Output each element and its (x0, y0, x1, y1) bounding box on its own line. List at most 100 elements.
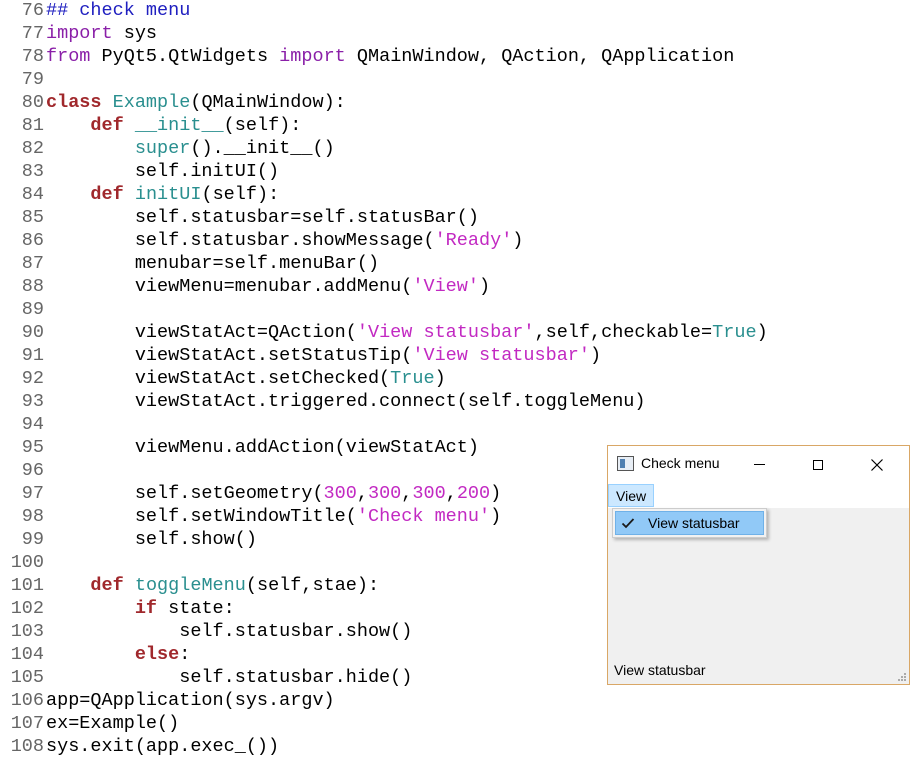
line-number: 76 (21, 0, 44, 21)
code-line[interactable]: 81 def __init__(self): (0, 114, 302, 137)
line-number: 87 (21, 253, 44, 274)
resize-grip-icon[interactable] (896, 671, 906, 681)
code-line[interactable]: 100 (0, 551, 46, 574)
code-line[interactable]: 106 app=QApplication(sys.argv) (0, 689, 335, 712)
code-line[interactable]: 96 (0, 459, 46, 482)
code-line[interactable]: 93 viewStatAct.triggered.connect(self.to… (0, 390, 646, 413)
line-number: 84 (21, 184, 44, 205)
title-bar[interactable]: Check menu (608, 446, 909, 483)
code-line[interactable]: 102 if state: (0, 597, 235, 620)
window-icon (617, 456, 634, 471)
code-token: self.setGeometry( (46, 483, 324, 504)
code-text: menubar=self.menuBar() (46, 253, 379, 274)
code-line[interactable]: 108 sys.exit(app.exec_()) (0, 735, 279, 758)
line-number: 90 (21, 322, 44, 343)
code-line[interactable]: 91 viewStatAct.setStatusTip('View status… (0, 344, 601, 367)
code-token: state: (157, 598, 235, 619)
line-number: 96 (21, 460, 44, 481)
code-line[interactable]: 101 def toggleMenu(self,stae): (0, 574, 379, 597)
code-line[interactable]: 103 self.statusbar.show() (0, 620, 413, 643)
code-line[interactable]: 77 import sys (0, 22, 157, 45)
check-icon (621, 518, 635, 529)
code-text: class Example(QMainWindow): (46, 92, 346, 113)
code-line[interactable]: 85 self.statusbar=self.statusBar() (0, 206, 479, 229)
line-number: 98 (21, 506, 44, 527)
code-token: class (46, 92, 102, 113)
code-line[interactable]: 84 def initUI(self): (0, 183, 279, 206)
line-number: 102 (10, 598, 44, 619)
qt-window[interactable]: Check menu View View statusbar View stat… (607, 445, 910, 685)
code-text: self.statusbar.showMessage('Ready') (46, 230, 524, 251)
code-text: viewMenu=menubar.addMenu('View') (46, 276, 490, 297)
code-text: def toggleMenu(self,stae): (46, 575, 379, 596)
code-token: toggleMenu (134, 575, 246, 596)
code-token: ) (512, 230, 524, 251)
code-line[interactable]: 97 self.setGeometry(300,300,300,200) (0, 482, 501, 505)
code-token: QMainWindow, QAction, QApplication (345, 46, 735, 67)
code-line[interactable]: 80 class Example(QMainWindow): (0, 91, 346, 114)
code-token: def (90, 184, 124, 205)
code-token: self.statusbar.hide() (46, 667, 413, 688)
minimize-button[interactable] (736, 446, 782, 483)
line-number: 106 (10, 690, 44, 711)
menu-item-view-statusbar[interactable]: View statusbar (615, 511, 764, 535)
line-number: 107 (10, 713, 44, 734)
code-token: def (90, 575, 124, 596)
line-number: 86 (21, 230, 44, 251)
code-token: ## check menu (46, 0, 191, 21)
code-token: viewMenu.addAction(viewStatAct) (46, 437, 479, 458)
code-token: menubar=self.menuBar() (46, 253, 380, 274)
line-number: 94 (21, 414, 44, 435)
code-text: viewStatAct.triggered.connect(self.toggl… (46, 391, 646, 412)
menu-view[interactable]: View (608, 484, 655, 507)
code-token: viewStatAct.setChecked( (46, 368, 391, 389)
code-token: sys (112, 23, 158, 44)
code-line[interactable]: 88 viewMenu=menubar.addMenu('View') (0, 275, 490, 298)
code-line[interactable]: 92 viewStatAct.setChecked(True) (0, 367, 446, 390)
code-line[interactable]: 107 ex=Example() (0, 712, 180, 735)
code-token: 300 (412, 483, 446, 504)
code-token: self.initUI() (46, 161, 280, 182)
code-line[interactable]: 98 self.setWindowTitle('Check menu') (0, 505, 501, 528)
code-line[interactable]: 105 self.statusbar.hide() (0, 666, 413, 689)
code-token: 'Ready' (434, 230, 513, 251)
code-line[interactable]: 94 (0, 413, 46, 436)
code-token: ().__init__() (190, 138, 335, 159)
code-line[interactable]: 104 else: (0, 643, 191, 666)
close-button[interactable] (854, 446, 900, 483)
code-token: self.show() (46, 529, 257, 550)
code-line[interactable]: 87 menubar=self.menuBar() (0, 252, 379, 275)
code-token: True (712, 322, 757, 343)
code-line[interactable]: 90 viewStatAct=QAction('View statusbar',… (0, 321, 768, 344)
maximize-icon (813, 459, 823, 470)
view-dropdown-menu: View statusbar (612, 508, 767, 538)
code-token: viewMenu=menubar.addMenu( (46, 276, 413, 297)
code-line[interactable]: 86 self.statusbar.showMessage('Ready') (0, 229, 524, 252)
line-number: 97 (21, 483, 44, 504)
code-line[interactable]: 89 (0, 298, 46, 321)
code-line[interactable]: 79 (0, 68, 46, 91)
code-line[interactable]: 76 ## check menu (0, 0, 191, 22)
code-text: else: (46, 644, 191, 665)
line-number: 103 (10, 621, 44, 642)
code-line[interactable]: 83 self.initUI() (0, 160, 279, 183)
code-text: self.statusbar=self.statusBar() (46, 207, 479, 228)
line-number: 91 (21, 345, 44, 366)
maximize-button[interactable] (795, 446, 841, 483)
code-text: viewMenu.addAction(viewStatAct) (46, 437, 479, 458)
code-text: self.setWindowTitle('Check menu') (46, 506, 501, 527)
code-text: def initUI(self): (46, 184, 279, 205)
code-token: ) (434, 368, 446, 389)
code-line[interactable]: 95 viewMenu.addAction(viewStatAct) (0, 436, 479, 459)
line-number: 104 (10, 644, 44, 665)
code-line[interactable]: 99 self.show() (0, 528, 257, 551)
code-line[interactable]: 78 from PyQt5.QtWidgets import QMainWindo… (0, 45, 735, 68)
line-number: 83 (21, 161, 44, 182)
code-token: ,self,checkable= (534, 322, 713, 343)
code-line[interactable]: 82 super().__init__() (0, 137, 335, 160)
